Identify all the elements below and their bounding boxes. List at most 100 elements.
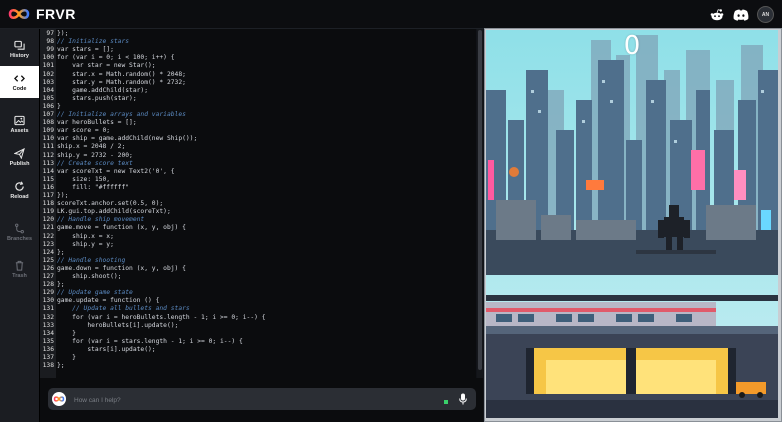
code-line[interactable]: 137 } xyxy=(40,354,476,362)
code-line[interactable]: 131 // Update all bullets and stars xyxy=(40,305,476,313)
sidebar-item-trash[interactable]: Trash xyxy=(0,253,39,285)
code-text: } xyxy=(57,354,76,361)
code-text: var star = new Star(); xyxy=(57,62,156,70)
code-line[interactable]: 116 fill: "#ffffff" xyxy=(40,184,476,192)
code-text: // Create score text xyxy=(57,159,133,167)
code-line[interactable]: 103 star.y = Math.random() * 2732; xyxy=(40,79,476,87)
code-line[interactable]: 115 size: 150, xyxy=(40,176,476,184)
code-line[interactable]: 126 game.down = function (x, y, obj) { xyxy=(40,265,476,273)
sidebar-item-reload[interactable]: Reload xyxy=(0,174,39,206)
mic-icon[interactable] xyxy=(456,392,470,406)
line-number: 118 xyxy=(42,200,54,208)
sidebar-item-publish[interactable]: Publish xyxy=(0,141,39,173)
code-line[interactable]: 129// Update game state xyxy=(40,289,476,297)
code-line[interactable]: 128}; xyxy=(40,281,476,289)
code-line[interactable]: 120// Handle ship movement xyxy=(40,216,476,224)
line-number: 116 xyxy=(42,183,54,191)
code-line[interactable]: 104 game.addChild(star); xyxy=(40,87,476,95)
top-bar: FRVR AN xyxy=(0,0,782,29)
sidebar-item-label: Assets xyxy=(10,127,29,134)
code-text: game.down = function (x, y, obj) { xyxy=(57,264,186,272)
status-indicator xyxy=(444,400,448,404)
code-line[interactable]: 125// Handle shooting xyxy=(40,257,476,265)
code-line[interactable]: 99 var stars = []; xyxy=(40,46,476,54)
code-line[interactable]: 111 ship.x = 2048 / 2; xyxy=(40,143,476,151)
code-text: ship.x = 2048 / 2; xyxy=(57,143,126,151)
code-line[interactable]: 109 var score = 0; xyxy=(40,127,476,135)
line-number: 106 xyxy=(42,102,54,110)
code-line[interactable]: 102 star.x = Math.random() * 2048; xyxy=(40,71,476,79)
sidebar-item-label: Publish xyxy=(9,160,30,167)
discord-icon[interactable] xyxy=(733,7,749,23)
code-line[interactable]: 123 ship.y = y; xyxy=(40,241,476,249)
code-text: for (var i = 0; i < 100; i++) { xyxy=(57,54,175,62)
brand[interactable]: FRVR xyxy=(7,6,76,22)
code-line[interactable]: 133 heroBullets[i].update(); xyxy=(40,322,476,330)
code-text: // Handle shooting xyxy=(57,256,126,264)
line-number: 105 xyxy=(42,94,54,102)
code-line[interactable]: 122 ship.x = x; xyxy=(40,233,476,241)
line-number: 108 xyxy=(42,119,54,127)
code-text: for (var i = heroBullets.length - 1; i >… xyxy=(57,313,266,321)
code-editor[interactable]: 97}); 98// Initialize stars 99 var stars = … xyxy=(40,29,476,378)
trash-icon xyxy=(15,260,24,271)
code-line[interactable]: 106} xyxy=(40,103,476,111)
code-line[interactable]: 138}; xyxy=(40,362,476,370)
code-text: } xyxy=(57,329,76,337)
line-number: 123 xyxy=(42,240,54,248)
game-preview[interactable] xyxy=(486,30,778,418)
code-line[interactable]: 98// Initialize stars xyxy=(40,38,476,46)
line-number: 122 xyxy=(42,232,54,240)
line-number: 112 xyxy=(42,151,54,159)
code-line[interactable]: 110 var ship = game.addChild(new Ship()); xyxy=(40,135,476,143)
code-text: ship.y = y; xyxy=(57,240,114,248)
line-number: 128 xyxy=(42,281,54,289)
code-line[interactable]: 132 for (var i = heroBullets.length - 1;… xyxy=(40,314,476,322)
sidebar-item-code[interactable]: Code xyxy=(0,66,39,98)
code-text: var score = 0; xyxy=(57,127,111,135)
code-line[interactable]: 124}; xyxy=(40,249,476,257)
code-text: stars[i].update(); xyxy=(57,345,156,353)
code-text: // Initialize arrays and variables xyxy=(57,111,186,118)
code-line[interactable]: 127 ship.shoot(); xyxy=(40,273,476,281)
line-number: 133 xyxy=(42,321,54,329)
line-number: 135 xyxy=(42,337,54,345)
line-number: 102 xyxy=(42,70,54,78)
sidebar-item-label: Code xyxy=(12,85,27,92)
user-avatar[interactable]: AN xyxy=(757,6,774,23)
line-number: 137 xyxy=(42,354,54,361)
code-line[interactable]: 101 var star = new Star(); xyxy=(40,62,476,70)
code-line[interactable]: 97}); xyxy=(40,30,476,38)
line-number: 104 xyxy=(42,86,54,94)
line-number: 121 xyxy=(42,224,54,232)
code-line[interactable]: 107// Initialize arrays and variables xyxy=(40,111,476,119)
line-number: 126 xyxy=(42,264,54,272)
code-line[interactable]: 114 var scoreTxt = new Text2('0', { xyxy=(40,168,476,176)
code-line[interactable]: 118 scoreTxt.anchor.set(0.5, 0); xyxy=(40,200,476,208)
code-line[interactable]: 117}); xyxy=(40,192,476,200)
code-line[interactable]: 134 } xyxy=(40,330,476,338)
code-line[interactable]: 100 for (var i = 0; i < 100; i++) { xyxy=(40,54,476,62)
sidebar-item-branches[interactable]: Branches xyxy=(0,216,39,248)
sidebar-item-label: Branches xyxy=(6,235,33,242)
game-scene-image xyxy=(486,30,778,418)
prompt-input[interactable] xyxy=(72,392,416,408)
app-name: FRVR xyxy=(36,6,76,22)
reddit-icon[interactable] xyxy=(709,7,725,23)
sidebar-item-assets[interactable]: Assets xyxy=(0,108,39,140)
code-text: ship.shoot(); xyxy=(57,273,122,280)
code-line[interactable]: 112 ship.y = 2732 - 200; xyxy=(40,152,476,160)
code-line[interactable]: 135 for (var i = stars.length - 1; i >= … xyxy=(40,338,476,346)
code-line[interactable]: 113// Create score text xyxy=(40,160,476,168)
editor-scrollbar-thumb[interactable] xyxy=(478,30,482,370)
line-number: 100 xyxy=(42,54,54,62)
sidebar-item-history[interactable]: History xyxy=(0,33,39,65)
line-number: 117 xyxy=(42,192,54,199)
line-number: 109 xyxy=(42,127,54,135)
code-line[interactable]: 108 var heroBullets = []; xyxy=(40,119,476,127)
code-text: var scoreTxt = new Text2('0', { xyxy=(57,167,175,175)
line-number: 127 xyxy=(42,273,54,280)
code-line[interactable]: 105 stars.push(star); xyxy=(40,95,476,103)
code-line[interactable]: 136 stars[i].update(); xyxy=(40,346,476,354)
code-line[interactable]: 121 game.move = function (x, y, obj) { xyxy=(40,224,476,232)
